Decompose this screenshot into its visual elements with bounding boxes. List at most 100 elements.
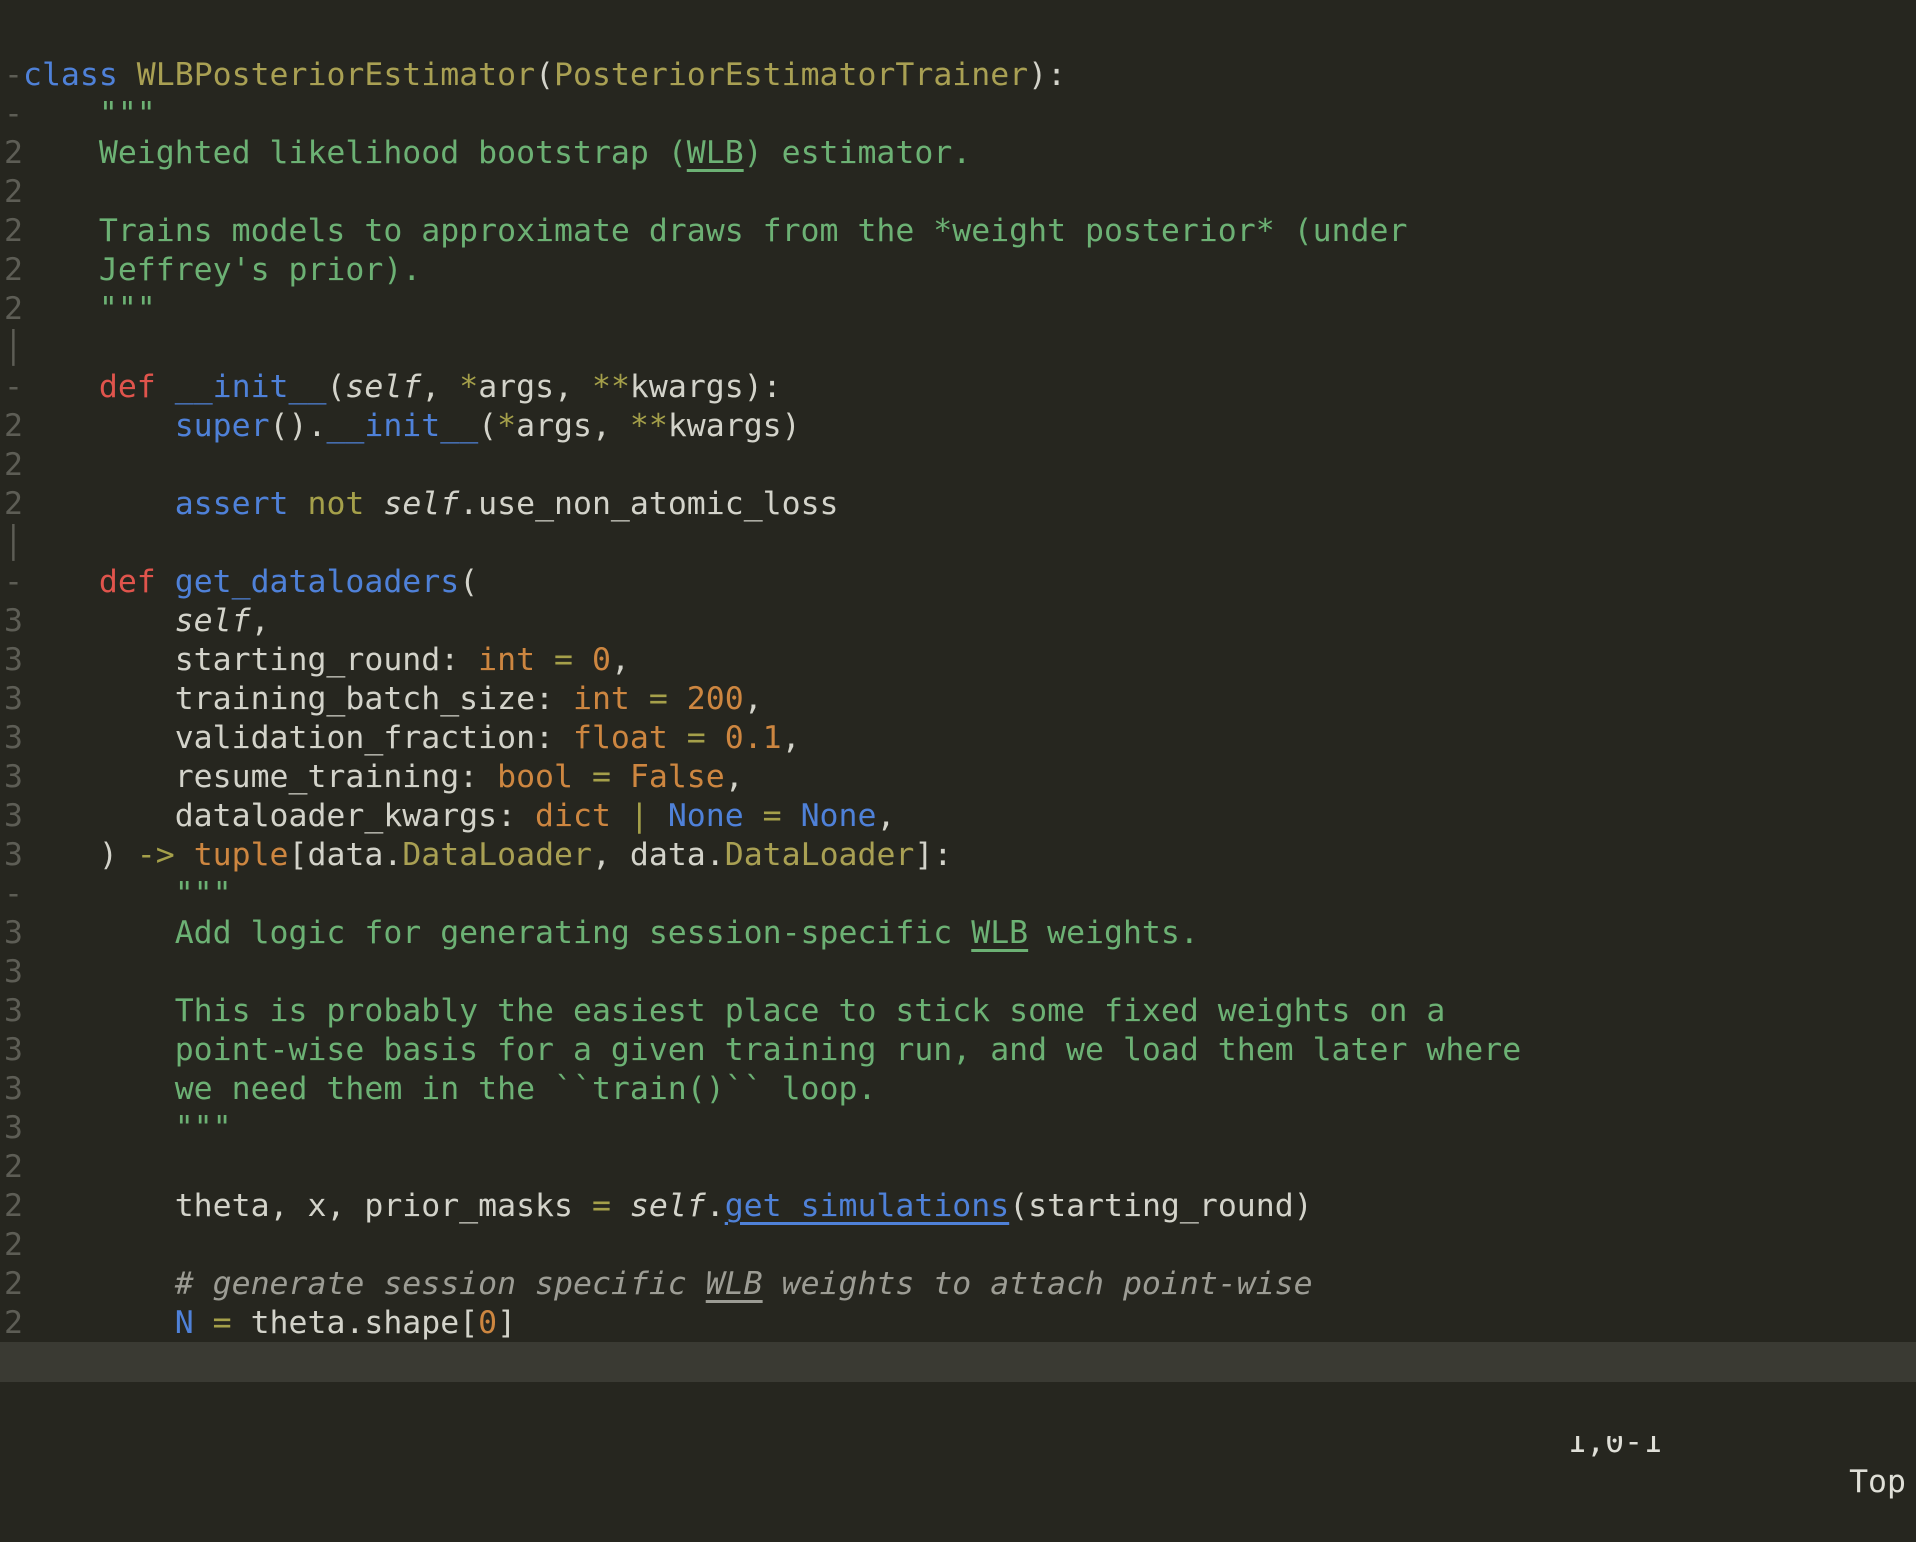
token: ] bbox=[497, 1305, 516, 1341]
token: def bbox=[99, 564, 156, 600]
fold-column-marker[interactable]: 3 bbox=[0, 836, 23, 875]
fold-column-marker[interactable]: 2 bbox=[0, 1304, 23, 1342]
fold-column-marker[interactable]: 2 bbox=[0, 290, 23, 329]
code-line[interactable]: 3 This is probably the easiest place to … bbox=[0, 992, 1916, 1031]
fold-column-marker[interactable]: 2 bbox=[0, 134, 23, 173]
code-line[interactable]: 2 Weighted likelihood bootstrap (WLB) es… bbox=[0, 134, 1916, 173]
code-line[interactable]: 2 Trains models to approximate draws fro… bbox=[0, 212, 1916, 251]
code-line[interactable]: │ bbox=[0, 524, 1916, 563]
code-line[interactable]: 3 starting_round: int = 0, bbox=[0, 641, 1916, 680]
code-line[interactable]: - def get_dataloaders( bbox=[0, 563, 1916, 602]
fold-column-marker[interactable]: │ bbox=[0, 524, 23, 563]
code-line-text: """ bbox=[23, 875, 232, 914]
token: , bbox=[744, 681, 763, 717]
code-line[interactable]: 2 bbox=[0, 1226, 1916, 1265]
code-line[interactable]: 3 resume_training: bool = False, bbox=[0, 758, 1916, 797]
token bbox=[630, 681, 649, 717]
fold-column-marker[interactable]: 2 bbox=[0, 446, 23, 485]
code-line[interactable]: 3 ) -> tuple[data.DataLoader, data.DataL… bbox=[0, 836, 1916, 875]
code-line[interactable]: - """ bbox=[0, 95, 1916, 134]
token: ( bbox=[478, 408, 497, 444]
code-line[interactable]: 2 bbox=[0, 173, 1916, 212]
fold-column-marker[interactable]: 2 bbox=[0, 173, 23, 212]
code-line[interactable]: │ bbox=[0, 329, 1916, 368]
token bbox=[668, 681, 687, 717]
fold-column-marker[interactable]: 2 bbox=[0, 407, 23, 446]
fold-column-marker[interactable]: │ bbox=[0, 329, 23, 368]
token: self bbox=[383, 486, 459, 522]
token: """ bbox=[23, 1110, 232, 1146]
fold-column-marker[interactable]: - bbox=[0, 56, 23, 95]
code-line-text: starting_round: int = 0, bbox=[23, 641, 630, 680]
token: int bbox=[478, 642, 535, 678]
fold-column-marker[interactable]: 2 bbox=[0, 1265, 23, 1304]
code-line[interactable]: -class WLBPosteriorEstimator(PosteriorEs… bbox=[0, 56, 1916, 95]
fold-column-marker[interactable]: - bbox=[0, 95, 23, 134]
fold-column-marker[interactable]: 3 bbox=[0, 797, 23, 836]
fold-column-marker[interactable]: - bbox=[0, 368, 23, 407]
token bbox=[573, 642, 592, 678]
fold-column-marker[interactable]: 2 bbox=[0, 485, 23, 524]
token: -> bbox=[137, 837, 175, 873]
code-line[interactable]: 3 validation_fraction: float = 0.1, bbox=[0, 719, 1916, 758]
fold-column-marker[interactable]: 3 bbox=[0, 602, 23, 641]
token: 0.1 bbox=[725, 720, 782, 756]
code-line[interactable]: 2 super().__init__(*args, **kwargs) bbox=[0, 407, 1916, 446]
code-line[interactable]: 2 N = theta.shape[0] bbox=[0, 1304, 1916, 1342]
code-line[interactable]: 3 dataloader_kwargs: dict | None = None, bbox=[0, 797, 1916, 836]
code-line[interactable]: 2 Jeffrey's prior). bbox=[0, 251, 1916, 290]
code-line[interactable]: 3 """ bbox=[0, 1109, 1916, 1148]
fold-column-marker[interactable]: 3 bbox=[0, 641, 23, 680]
fold-column-marker[interactable]: 2 bbox=[0, 251, 23, 290]
token: WLBPosteriorEstimator bbox=[137, 57, 535, 93]
fold-column-marker[interactable]: - bbox=[0, 563, 23, 602]
token: int bbox=[573, 681, 630, 717]
code-line[interactable]: 3 training_batch_size: int = 200, bbox=[0, 680, 1916, 719]
code-line-text: # generate session specific WLB weights … bbox=[23, 1265, 1313, 1304]
fold-column-marker[interactable]: 3 bbox=[0, 1070, 23, 1109]
fold-column-marker[interactable]: 2 bbox=[0, 1148, 23, 1187]
fold-column-marker[interactable]: 3 bbox=[0, 914, 23, 953]
fold-column-marker[interactable]: 3 bbox=[0, 680, 23, 719]
fold-column-marker[interactable]: 3 bbox=[0, 1031, 23, 1070]
token: """ bbox=[23, 96, 156, 132]
fold-column-marker[interactable]: 2 bbox=[0, 212, 23, 251]
code-line[interactable]: 2 bbox=[0, 446, 1916, 485]
code-line[interactable]: 2 """ bbox=[0, 290, 1916, 329]
code-line[interactable]: 2 assert not self.use_non_atomic_loss bbox=[0, 485, 1916, 524]
token: DataLoader bbox=[402, 837, 592, 873]
code-line[interactable]: 2 # generate session specific WLB weight… bbox=[0, 1265, 1916, 1304]
code-line[interactable]: - """ bbox=[0, 875, 1916, 914]
fold-column-marker[interactable]: 2 bbox=[0, 1226, 23, 1265]
code-line[interactable]: - def __init__(self, *args, **kwargs): bbox=[0, 368, 1916, 407]
token bbox=[535, 642, 554, 678]
token: WLB bbox=[706, 1266, 763, 1302]
code-line[interactable]: 2 theta, x, prior_masks = self.get_simul… bbox=[0, 1187, 1916, 1226]
token bbox=[364, 486, 383, 522]
code-line[interactable]: 2 bbox=[0, 1148, 1916, 1187]
code-line-text: theta, x, prior_masks = self.get_simulat… bbox=[23, 1187, 1313, 1226]
code-line[interactable]: 3 bbox=[0, 953, 1916, 992]
code-line[interactable]: 3 self, bbox=[0, 602, 1916, 641]
code-line-text: def __init__(self, *args, **kwargs): bbox=[23, 368, 782, 407]
fold-column-marker[interactable]: 3 bbox=[0, 719, 23, 758]
token: we need them in the ``train()`` loop. bbox=[23, 1071, 876, 1107]
token bbox=[611, 1188, 630, 1224]
token: Add logic for generating session-specifi… bbox=[23, 915, 971, 951]
fold-column-marker[interactable]: 3 bbox=[0, 992, 23, 1031]
token bbox=[706, 720, 725, 756]
code-area[interactable]: -class WLBPosteriorEstimator(PosteriorEs… bbox=[0, 0, 1916, 1342]
token bbox=[23, 369, 99, 405]
code-line[interactable]: 3 we need them in the ``train()`` loop. bbox=[0, 1070, 1916, 1109]
code-line[interactable]: 3 point-wise basis for a given training … bbox=[0, 1031, 1916, 1070]
fold-column-marker[interactable]: 2 bbox=[0, 1187, 23, 1226]
token: tuple bbox=[194, 837, 289, 873]
fold-column-marker[interactable]: 3 bbox=[0, 953, 23, 992]
code-line[interactable]: 3 Add logic for generating session-speci… bbox=[0, 914, 1916, 953]
status-bar: examples/class.py 1,0-1 Top bbox=[0, 1342, 1916, 1382]
fold-column-marker[interactable]: 3 bbox=[0, 758, 23, 797]
code-line-text: Add logic for generating session-specifi… bbox=[23, 914, 1199, 953]
fold-column-marker[interactable]: - bbox=[0, 875, 23, 914]
fold-column-marker[interactable]: 3 bbox=[0, 1109, 23, 1148]
token: ** bbox=[630, 408, 668, 444]
